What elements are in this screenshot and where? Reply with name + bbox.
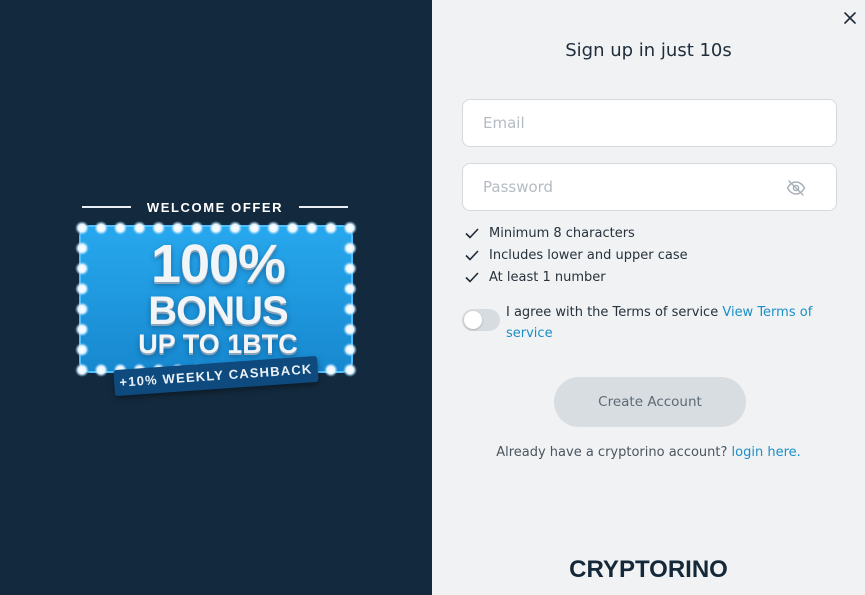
check-icon (465, 248, 489, 262)
rule-min-length: Minimum 8 characters (465, 222, 688, 244)
cryptorino-logo: CRYPTORINO (569, 556, 728, 583)
eye-slash-icon (786, 180, 806, 196)
toggle-knob (464, 311, 482, 329)
heading-rule-left (82, 206, 131, 208)
rule-text: Minimum 8 characters (489, 225, 635, 241)
marquee-bulb (94, 363, 109, 377)
close-icon (844, 12, 856, 24)
marquee-bulb (189, 221, 204, 235)
signup-title: Sign up in just 10s (565, 40, 732, 61)
email-input[interactable] (462, 99, 837, 147)
marquee-bulb (113, 221, 128, 235)
rule-text: At least 1 number (489, 269, 606, 285)
rule-number: At least 1 number (465, 266, 688, 288)
marquee-bulb (266, 221, 281, 235)
marquee-bulb (228, 221, 243, 235)
welcome-offer-heading: WELCOME OFFER (82, 198, 349, 216)
marquee-bulb (94, 221, 109, 235)
marquee-bulb (343, 363, 357, 377)
login-link[interactable]: login here. (732, 445, 801, 460)
password-input[interactable] (462, 163, 837, 211)
marquee-bulb (323, 221, 338, 235)
terms-toggle[interactable] (462, 309, 500, 331)
marquee-bulb (75, 221, 89, 235)
check-icon (465, 270, 489, 284)
bonus-word: BONUS (148, 289, 288, 333)
marquee-bulb (304, 221, 319, 235)
agree-label: I agree with the Terms of service (506, 305, 719, 320)
marquee-bulb (132, 221, 147, 235)
marquee-bulb (343, 221, 357, 235)
marquee-bulb (247, 221, 262, 235)
marquee-bulb (151, 221, 166, 235)
marquee-bulb (209, 221, 223, 235)
marquee-bulb (170, 221, 185, 235)
create-account-button[interactable]: Create Account (554, 377, 746, 427)
bonus-marquee-board: 100% BONUS UP TO 1BTC +10% WEEKLY CASHBA… (72, 220, 364, 400)
marquee-bulb (285, 221, 300, 235)
close-button[interactable] (840, 8, 860, 28)
rule-case: Includes lower and upper case (465, 244, 688, 266)
welcome-offer-text: WELCOME OFFER (146, 199, 284, 215)
bonus-limit: UP TO 1BTC (138, 329, 298, 359)
marquee-bulb (323, 363, 338, 377)
password-rules: Minimum 8 characters Includes lower and … (465, 222, 688, 288)
bonus-percent: 100% (150, 234, 286, 294)
toggle-password-visibility[interactable] (784, 178, 808, 198)
promo-panel: WELCOME OFFER 100% BONUS UP TO 1BTC +10%… (0, 0, 432, 595)
marquee-bulb (75, 363, 89, 377)
login-prompt-text: Already have a cryptorino account? (496, 445, 728, 460)
signup-panel: Sign up in just 10s Minimum 8 characters… (432, 0, 865, 595)
login-prompt: Already have a cryptorino account? login… (432, 445, 865, 460)
check-icon (465, 226, 489, 240)
rule-text: Includes lower and upper case (489, 247, 688, 263)
heading-rule-right (299, 206, 349, 208)
terms-text: I agree with the Terms of service View T… (506, 302, 816, 344)
